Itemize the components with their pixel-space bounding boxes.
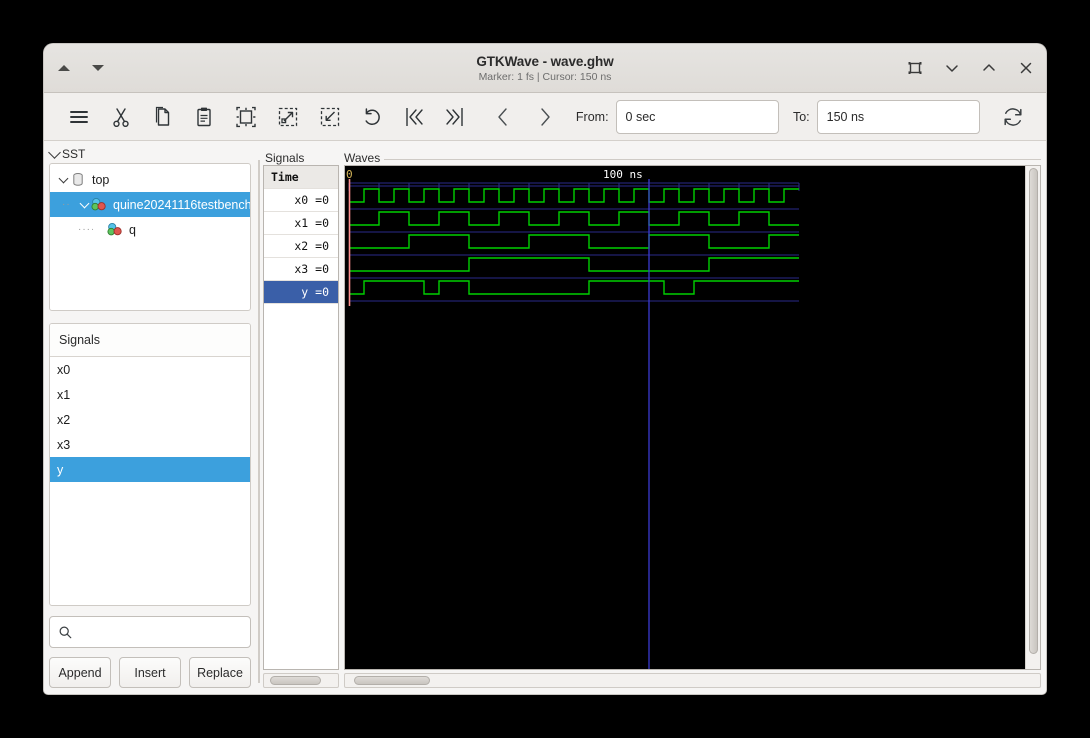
sst-tree-item-label: quine20241116testbench — [113, 197, 251, 212]
maximize-icon[interactable] — [979, 58, 999, 78]
wave-panel: Signals Waves Time x0 =0 x1 =0 x2 =0 x3 =0 y … — [263, 141, 1046, 694]
menu-icon[interactable] — [58, 97, 100, 137]
package-icon — [107, 222, 125, 238]
restore-icon[interactable] — [905, 58, 925, 78]
package-icon — [91, 197, 109, 213]
sst-label-text: SST — [62, 147, 86, 161]
pane-splitter[interactable] — [255, 141, 263, 694]
triangle-up-icon[interactable] — [58, 65, 70, 71]
signal-list-header: Signals — [50, 324, 250, 357]
signal-list[interactable]: x0 x1 x2 x3 y — [50, 357, 250, 482]
title-bar: GTKWave - wave.ghw Marker: 1 fs | Cursor… — [44, 44, 1046, 93]
paste-icon[interactable] — [183, 97, 225, 137]
wave-waves-label: Waves — [344, 151, 381, 165]
goto-end-icon[interactable] — [434, 97, 476, 137]
frame-divider — [384, 159, 1041, 160]
wave-vscrollbar[interactable] — [1025, 166, 1040, 669]
left-panel: SST top ·· quine20241116testbench ···· q Sig… — [44, 141, 255, 694]
list-item-label: x2 — [57, 412, 71, 427]
next-edge-icon[interactable] — [524, 97, 566, 137]
zoom-fit-icon[interactable] — [225, 97, 267, 137]
tree-guide-line: ···· — [78, 224, 93, 235]
tree-guide-line: ·· — [62, 199, 71, 210]
sst-frame-label: SST — [48, 146, 251, 163]
list-item-label: x0 — [57, 362, 71, 377]
time-tick-label: 100 ns — [603, 168, 643, 181]
to-input[interactable]: 150 ns — [816, 99, 981, 134]
chevron-down-icon[interactable] — [56, 173, 70, 187]
from-input[interactable]: 0 sec — [615, 99, 779, 134]
time-zero-label: 0 — [346, 168, 353, 181]
tree-expander-empty — [93, 223, 107, 237]
list-item-label: x3 — [57, 437, 71, 452]
signal-list-panel: Signals x0 x1 x2 x3 y — [49, 323, 251, 606]
gtkwave-window: GTKWave - wave.ghw Marker: 1 fs | Cursor… — [44, 44, 1046, 694]
wave-signal-row[interactable]: x2 =0 — [264, 235, 338, 258]
prev-edge-icon[interactable] — [482, 97, 524, 137]
sst-tree-item-quine20241116testbench[interactable]: ·· quine20241116testbench — [50, 192, 250, 217]
replace-button[interactable]: Replace — [189, 657, 251, 688]
sst-tree-item-top[interactable]: top — [50, 167, 250, 192]
wave-signal-row[interactable]: x1 =0 — [264, 212, 338, 235]
zoom-in-icon[interactable] — [267, 97, 309, 137]
main-toolbar: From: 0 sec To: 150 ns — [44, 93, 1046, 141]
list-item[interactable]: x1 — [50, 382, 250, 407]
list-item[interactable]: y — [50, 457, 250, 482]
wave-signal-row[interactable]: y =0 — [264, 281, 338, 304]
window-subtitle: Marker: 1 fs | Cursor: 150 ns — [478, 70, 612, 83]
list-item[interactable]: x2 — [50, 407, 250, 432]
wave-canvas-wrap: 0 100 ns — [344, 165, 1041, 688]
window-title: GTKWave - wave.ghw — [476, 53, 614, 69]
from-label: From: — [575, 109, 609, 124]
wave-canvas-border: 0 100 ns — [344, 165, 1041, 670]
wave-canvas[interactable]: 0 100 ns — [345, 166, 1025, 669]
wave-hscrollbar[interactable] — [344, 673, 1041, 688]
wave-signal-column-wrap: Time x0 =0 x1 =0 x2 =0 x3 =0 y =0 — [263, 165, 339, 688]
wave-signal-row[interactable]: x3 =0 — [264, 258, 338, 281]
search-input[interactable] — [49, 616, 251, 648]
action-buttons: Append Insert Replace — [49, 657, 251, 688]
to-label: To: — [792, 109, 810, 124]
list-item[interactable]: x0 — [50, 357, 250, 382]
signal-column-hscrollbar[interactable] — [263, 673, 339, 688]
sst-tree-item-label: top — [92, 172, 110, 187]
sst-tree[interactable]: top ·· quine20241116testbench ···· q — [49, 163, 251, 311]
append-button[interactable]: Append — [49, 657, 111, 688]
sst-tree-item-q[interactable]: ···· q — [50, 217, 250, 242]
reload-icon[interactable] — [992, 97, 1034, 137]
minimize-icon[interactable] — [942, 58, 962, 78]
close-icon[interactable] — [1016, 58, 1036, 78]
title-block: GTKWave - wave.ghw Marker: 1 fs | Cursor… — [44, 44, 1046, 92]
wave-signal-column[interactable]: Time x0 =0 x1 =0 x2 =0 x3 =0 y =0 — [263, 165, 339, 670]
cut-icon[interactable] — [100, 97, 142, 137]
chevron-down-icon[interactable] — [48, 146, 61, 159]
list-item[interactable]: x3 — [50, 432, 250, 457]
search-icon — [58, 625, 73, 640]
zoom-out-icon[interactable] — [309, 97, 351, 137]
triangle-down-icon[interactable] — [92, 65, 104, 71]
waveform-traces — [348, 179, 800, 669]
wave-frame-labels: Signals Waves — [263, 146, 1041, 165]
wave-time-row: Time — [264, 166, 338, 189]
wave-signals-label: Signals — [265, 151, 305, 165]
insert-button[interactable]: Insert — [119, 657, 181, 688]
chevron-down-icon[interactable] — [77, 198, 91, 212]
wave-signal-row[interactable]: x0 =0 — [264, 189, 338, 212]
main-body: SST top ·· quine20241116testbench ···· q Sig… — [44, 141, 1046, 694]
list-item-label: y — [57, 462, 64, 477]
goto-start-icon[interactable] — [393, 97, 435, 137]
module-icon — [70, 172, 88, 188]
undo-icon[interactable] — [351, 97, 393, 137]
sst-tree-item-label: q — [129, 222, 136, 237]
copy-icon[interactable] — [142, 97, 184, 137]
list-item-label: x1 — [57, 387, 71, 402]
wave-area: Time x0 =0 x1 =0 x2 =0 x3 =0 y =0 0 100 ns — [263, 165, 1041, 688]
